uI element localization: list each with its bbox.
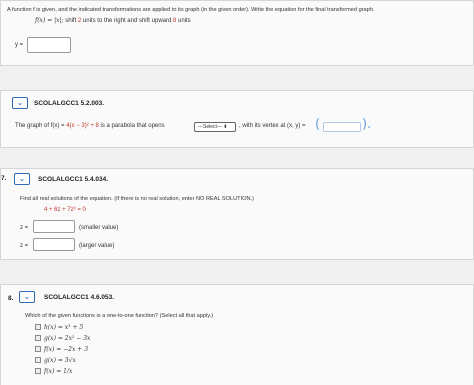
question-code: SCOLALGCC1 5.2.003. — [34, 100, 105, 107]
spacer — [0, 148, 474, 168]
function-definition: f(x) = |x|; — [35, 17, 64, 24]
checkbox[interactable] — [35, 357, 41, 364]
question-number: 7. — [1, 175, 7, 182]
vertex-input[interactable] — [323, 122, 361, 132]
chevron-down-icon[interactable]: ⌄ — [14, 173, 30, 185]
question-text: The graph of f(x) = 4(x − 3)² + 8 is a p… — [15, 123, 165, 129]
spacer — [0, 66, 474, 90]
question-code: SCOLALGCC1 5.4.034. — [38, 176, 109, 183]
vertex-text: , with its vertex at (x, y) = — [239, 123, 306, 129]
spacer — [0, 260, 474, 284]
question-6-card: ⌄ SCOLALGCC1 5.2.003. The graph of f(x) … — [0, 90, 474, 148]
transform-description: f(x) = |x|; shift 2 units to the right a… — [35, 17, 191, 24]
checkbox[interactable] — [35, 335, 41, 342]
z-label-larger: z = — [20, 243, 29, 249]
question-transform-card: A function f is given, and the indicated… — [0, 0, 474, 66]
option-2[interactable]: g(x) = 2x² − 3x — [35, 335, 90, 342]
larger-value-label: (larger value) — [79, 243, 115, 249]
checkbox[interactable] — [35, 368, 41, 375]
checkbox[interactable] — [35, 324, 41, 331]
equation: 4 + 6z + 7z² = 0 — [44, 207, 86, 213]
question-prompt: Which of the given functions is a one-to… — [25, 313, 214, 319]
option-3[interactable]: f(x) = −2x + 3 — [35, 346, 88, 353]
paren-open: ( — [315, 117, 321, 132]
question-number: 8. — [8, 295, 14, 302]
option-1[interactable]: h(x) = x³ + 5 — [35, 324, 83, 331]
z-label-smaller: z = — [20, 225, 29, 231]
smaller-value-input[interactable] — [33, 220, 75, 233]
paren-close: ). — [362, 117, 372, 132]
question-prompt: Find all real solutions of the equation.… — [20, 196, 254, 202]
larger-value-input[interactable] — [33, 238, 75, 251]
question-7-card: 7. ⌄ SCOLALGCC1 5.4.034. Find all real s… — [0, 168, 474, 260]
question-code: SCOLALGCC1 4.6.053. — [44, 294, 115, 301]
checkbox[interactable] — [35, 346, 41, 353]
chevron-down-icon[interactable]: ⌄ — [12, 97, 28, 109]
option-4[interactable]: g(x) = 3√x — [35, 357, 76, 364]
question-8-card: 8. ⌄ SCOLALGCC1 4.6.053. Which of the gi… — [0, 284, 474, 385]
option-5[interactable]: f(x) = 1/x — [35, 368, 72, 375]
answer-input[interactable] — [27, 37, 71, 53]
function-expression: 4(x − 3)² + 8 — [66, 123, 99, 129]
smaller-value-label: (smaller value) — [79, 225, 119, 231]
question-prompt: A function f is given, and the indicated… — [7, 7, 375, 13]
answer-label: y = — [15, 42, 24, 48]
chevron-down-icon[interactable]: ⌄ — [19, 291, 35, 303]
opens-select[interactable]: ---Select--- ⬍ — [194, 122, 236, 132]
